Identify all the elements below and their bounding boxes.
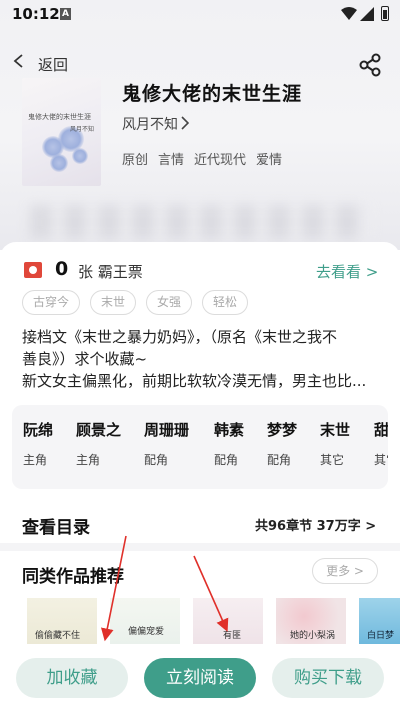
buy-download-button[interactable]: 购买下载 [272, 658, 384, 698]
character-name: 甜 [374, 421, 388, 439]
character-role: 主角 [23, 453, 48, 467]
share-icon[interactable] [357, 52, 383, 78]
recommendation-card[interactable]: 偏偏宠爱 [110, 598, 180, 644]
blurred-content [30, 205, 370, 239]
battery-icon [381, 6, 389, 21]
wifi-icon [341, 7, 357, 20]
book-tag: 原创 [122, 153, 149, 168]
book-description[interactable]: 接档文《末世之暴力奶妈》，（原名《末世之我不 善良》）求个收藏~ 新文女主偏黑化… [22, 326, 382, 392]
recommendation-title: 偏偏宠爱 [128, 627, 165, 637]
ticket-count: 0 [55, 258, 69, 280]
character-list[interactable]: 阮绵 主角 顾景之 主角 周珊珊 配角 韩素 配角 梦梦 配角 末世 其它 甜 … [12, 405, 388, 489]
book-tag: 爱情 [256, 153, 283, 168]
bottom-action-bar: 加收藏 立刻阅读 购买下载 [0, 650, 400, 710]
character-role: 其它 [374, 453, 388, 467]
keyword-chip[interactable]: 女强 [146, 290, 193, 315]
recommendation-card[interactable]: 她的小梨涡 [276, 598, 346, 644]
character-role: 配角 [214, 453, 239, 467]
character-role: 配角 [267, 453, 292, 467]
character-name: 周珊珊 [144, 421, 190, 439]
keyword-chip[interactable]: 轻松 [202, 290, 249, 315]
book-title: 鬼修大佬的末世生涯 [122, 83, 303, 105]
character-role: 其它 [320, 453, 345, 467]
status-bar: 10:12 A [0, 0, 400, 28]
go-see-link[interactable]: 去看看 > [316, 261, 378, 282]
add-to-collection-button[interactable]: 加收藏 [16, 658, 128, 698]
book-tag: 言情 [158, 153, 185, 168]
character-name: 梦梦 [267, 421, 298, 439]
catalog-title[interactable]: 查看目录 [22, 513, 90, 538]
cover-author: 风月不知 [70, 126, 95, 133]
book-tag: 近代现代 [194, 153, 247, 168]
description-line: 新文女主偏黑化，前期比软软冷漠无情，男主也比... [22, 372, 367, 390]
recommendation-card[interactable]: 有匪 [193, 598, 263, 644]
cover-flower [72, 148, 88, 164]
description-line: 接档文《末世之暴力奶妈》，（原名《末世之我不 [22, 328, 338, 346]
back-arrow-icon[interactable] [12, 54, 26, 68]
character-name: 阮绵 [23, 421, 54, 439]
recommendation-card[interactable]: 白日梦 [359, 598, 400, 644]
cover-flower [50, 154, 68, 172]
character-name: 末世 [320, 421, 351, 439]
keyword-chips: 古穿今 末世 女强 轻松 [22, 290, 249, 315]
recommendation-title: 她的小梨涡 [290, 631, 336, 641]
section-divider [0, 543, 400, 551]
keyword-chip[interactable]: 古穿今 [22, 290, 81, 315]
cover-title: 鬼修大佬的末世生涯 [28, 113, 91, 121]
author-link[interactable]: 风月不知 [122, 114, 178, 134]
signal-icon [360, 7, 374, 21]
book-cover[interactable]: 鬼修大佬的末世生涯 风月不知 [22, 78, 101, 186]
book-tags: 原创 言情 近代现代 爱情 [122, 149, 282, 168]
chevron-right-icon[interactable] [181, 116, 189, 130]
similar-works-title: 同类作品推荐 [22, 567, 124, 587]
recommendation-list: 偷偷藏不住 偏偏宠爱 有匪 她的小梨涡 白日梦 [0, 598, 400, 644]
notification-icon: A [60, 8, 71, 20]
description-line: 善良》）求个收藏~ [22, 350, 148, 368]
read-now-button[interactable]: 立刻阅读 [144, 658, 256, 698]
more-button[interactable]: 更多 > [312, 558, 378, 584]
catalog-info-link[interactable]: 共96章节 37万字 > [255, 515, 376, 534]
recommendation-title: 白日梦 [367, 631, 395, 641]
character-role: 配角 [144, 453, 169, 467]
recommendation-card[interactable]: 偷偷藏不住 [27, 598, 97, 644]
ticket-icon [24, 262, 42, 278]
character-name: 韩素 [214, 421, 245, 439]
keyword-chip[interactable]: 末世 [90, 290, 137, 315]
top-nav: 返回 [0, 52, 400, 76]
recommendation-title: 偷偷藏不住 [35, 631, 81, 641]
character-role: 主角 [76, 453, 101, 467]
status-time: 10:12 [12, 5, 60, 23]
character-name: 顾景之 [76, 421, 122, 439]
back-button[interactable]: 返回 [38, 54, 68, 75]
recommendation-title: 有匪 [223, 631, 242, 641]
ticket-label: 张 霸王票 [78, 263, 143, 281]
